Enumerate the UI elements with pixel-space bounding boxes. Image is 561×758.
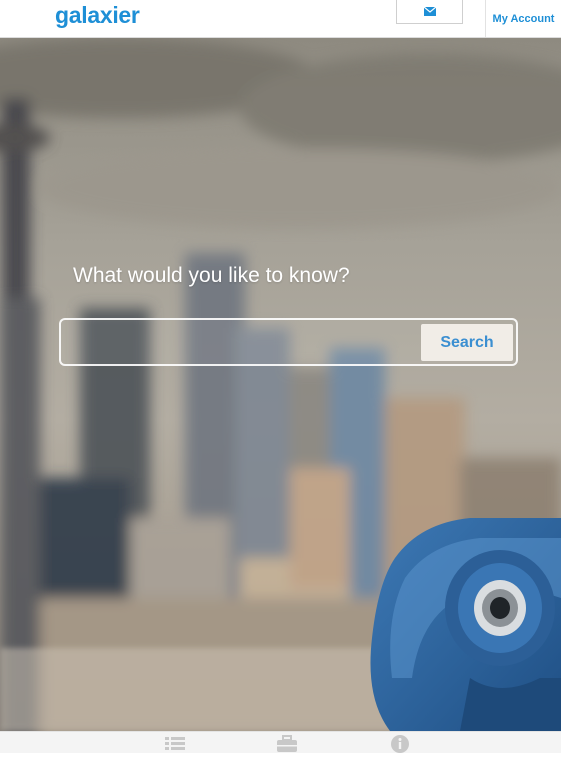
top-header: galaxier My Account — [0, 0, 561, 38]
search-button[interactable]: Search — [421, 324, 513, 361]
city-skyline-image — [0, 38, 561, 731]
hero-background: What would you like to know? Search — [0, 38, 561, 731]
envelope-icon — [423, 7, 436, 16]
tab-info[interactable] — [389, 735, 413, 754]
tab-briefcase[interactable] — [276, 735, 300, 754]
search-input[interactable] — [69, 324, 418, 362]
search-prompt-heading: What would you like to know? — [73, 264, 350, 287]
briefcase-icon — [277, 735, 297, 752]
bottom-tab-bar — [0, 731, 561, 753]
list-icon — [165, 737, 185, 750]
search-form: Search — [59, 318, 518, 366]
messages-button[interactable] — [396, 0, 463, 24]
my-account-link[interactable]: My Account — [485, 0, 561, 37]
info-icon — [391, 735, 409, 753]
tab-list[interactable] — [164, 735, 188, 754]
galaxier-logo[interactable]: galaxier — [55, 0, 140, 36]
